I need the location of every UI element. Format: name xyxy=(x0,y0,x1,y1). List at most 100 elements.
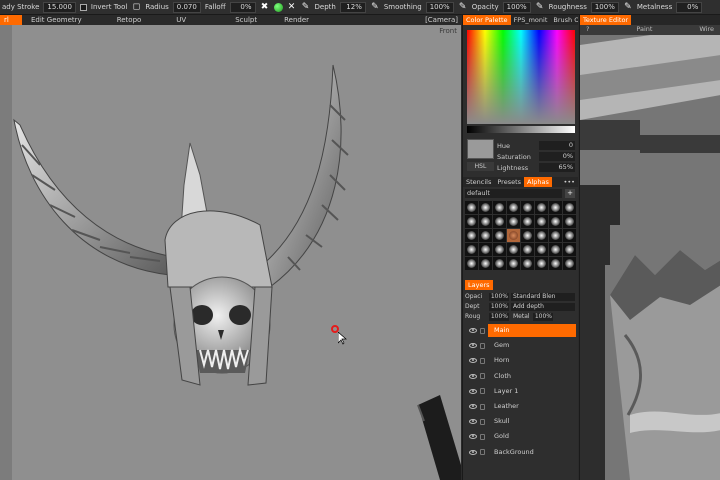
layer-item[interactable]: Cloth xyxy=(465,369,576,384)
alpha-tile[interactable] xyxy=(535,243,548,256)
saturation-field[interactable]: 0% xyxy=(539,152,575,161)
alpha-tile[interactable] xyxy=(535,215,548,228)
alpha-tile[interactable] xyxy=(521,229,534,242)
lock-icon[interactable] xyxy=(480,373,485,380)
mouse-icon[interactable]: ◻ xyxy=(131,2,141,12)
alpha-tile[interactable] xyxy=(563,215,576,228)
eye-icon[interactable] xyxy=(469,388,477,394)
tab-presets[interactable]: Presets xyxy=(494,177,524,187)
layer-item[interactable]: Gold xyxy=(465,429,576,444)
alpha-tile[interactable] xyxy=(465,201,478,214)
alpha-tile[interactable] xyxy=(465,243,478,256)
hsl-button[interactable]: HSL xyxy=(467,162,494,171)
close-icon[interactable]: ✕ xyxy=(287,2,297,12)
eye-icon[interactable] xyxy=(469,419,477,425)
alpha-tile[interactable] xyxy=(521,243,534,256)
alpha-tile[interactable] xyxy=(507,215,520,228)
brush-icon[interactable]: ✎ xyxy=(370,2,380,12)
layer-rough-field[interactable]: 100% xyxy=(489,312,509,321)
alpha-tile[interactable] xyxy=(465,229,478,242)
alpha-tile[interactable] xyxy=(493,201,506,214)
room-edit-geometry[interactable]: Edit Geometry xyxy=(22,15,91,25)
eye-icon[interactable] xyxy=(469,373,477,379)
eye-icon[interactable] xyxy=(469,328,477,334)
room-uv[interactable]: UV xyxy=(150,15,195,25)
alpha-tile[interactable] xyxy=(465,215,478,228)
smoothing-field[interactable]: 100% xyxy=(425,1,454,13)
tab-alphas[interactable]: Alphas xyxy=(524,177,552,187)
eye-icon[interactable] xyxy=(469,449,477,455)
tab-layers[interactable]: Layers xyxy=(465,280,493,290)
color-picker-square[interactable] xyxy=(467,30,575,124)
help-icon[interactable]: ? xyxy=(586,25,589,35)
alpha-tile[interactable] xyxy=(549,215,562,228)
room-sculpt[interactable]: Sculpt xyxy=(195,15,266,25)
depth-field[interactable]: 12% xyxy=(339,1,366,13)
tab-stencils[interactable]: Stencils xyxy=(463,177,494,187)
alpha-tile[interactable] xyxy=(479,215,492,228)
alpha-tile[interactable] xyxy=(507,243,520,256)
alpha-tile[interactable] xyxy=(479,257,492,270)
paint-mode-label[interactable]: Paint xyxy=(636,25,652,35)
lightness-field[interactable]: 65% xyxy=(539,163,575,172)
more-options-icon[interactable]: ••• xyxy=(560,177,578,187)
lock-icon[interactable] xyxy=(480,403,485,410)
alpha-tile[interactable] xyxy=(507,257,520,270)
pen-icon[interactable]: ✎ xyxy=(301,2,311,12)
eye-icon[interactable] xyxy=(469,404,477,410)
alpha-tile[interactable] xyxy=(479,201,492,214)
hue-field[interactable]: 0 xyxy=(539,141,575,150)
lock-icon[interactable] xyxy=(480,357,485,364)
tab-brush-options[interactable]: Brush Opt xyxy=(550,15,578,25)
falloff-field[interactable]: 0% xyxy=(229,1,256,13)
tab-fps-monitor[interactable]: FPS_monit xyxy=(511,15,551,25)
wire-mode-label[interactable]: Wire xyxy=(699,25,714,35)
room-render[interactable]: Render xyxy=(266,15,318,25)
alpha-tile[interactable] xyxy=(549,201,562,214)
alpha-tile[interactable] xyxy=(535,257,548,270)
alpha-tile[interactable] xyxy=(521,215,534,228)
green-sphere-icon[interactable] xyxy=(273,2,283,12)
layer-metal-field[interactable]: 100% xyxy=(533,312,553,321)
alpha-tile[interactable] xyxy=(507,201,520,214)
tab-texture-editor[interactable]: Texture Editor xyxy=(580,15,632,25)
cross-arrows-icon[interactable]: ✖ xyxy=(260,2,270,12)
layer-item[interactable]: Skull xyxy=(465,414,576,429)
alpha-tile[interactable] xyxy=(535,201,548,214)
alpha-tile[interactable] xyxy=(493,215,506,228)
invert-tool-checkbox[interactable] xyxy=(79,3,87,11)
texture-canvas[interactable] xyxy=(580,35,720,480)
lock-icon[interactable] xyxy=(480,449,485,456)
texture-editor[interactable]: Texture Editor ? Paint Wire xyxy=(579,15,720,480)
layer-item[interactable]: Gem xyxy=(465,338,576,353)
alpha-tile[interactable] xyxy=(549,257,562,270)
alpha-tile[interactable] xyxy=(465,257,478,270)
lock-icon[interactable] xyxy=(480,388,485,395)
opacity-field[interactable]: 100% xyxy=(502,1,531,13)
add-alpha-button[interactable]: + xyxy=(565,188,575,198)
depth-mode-select[interactable]: Add depth xyxy=(511,302,575,311)
preset-select[interactable]: default xyxy=(465,188,562,198)
lock-icon[interactable] xyxy=(480,327,485,334)
lock-icon[interactable] xyxy=(480,433,485,440)
eye-icon[interactable] xyxy=(469,343,477,349)
alpha-tile-selected[interactable] xyxy=(507,229,520,242)
alpha-tile[interactable] xyxy=(521,201,534,214)
camera-label[interactable]: [Camera] xyxy=(416,15,462,25)
alpha-tile[interactable] xyxy=(521,257,534,270)
alpha-tile[interactable] xyxy=(479,229,492,242)
roughness-field[interactable]: 100% xyxy=(590,1,619,13)
roughness-brush-icon[interactable]: ✎ xyxy=(535,2,545,12)
eye-icon[interactable] xyxy=(469,358,477,364)
lock-icon[interactable] xyxy=(480,342,485,349)
alpha-tile[interactable] xyxy=(563,257,576,270)
radius-field[interactable]: 0.070 xyxy=(172,1,201,13)
blend-mode-select[interactable]: Standard Blen xyxy=(511,292,575,301)
layer-opacity-field[interactable]: 100% xyxy=(489,292,509,301)
paint-brush-icon[interactable]: ✎ xyxy=(458,2,468,12)
lock-icon[interactable] xyxy=(480,418,485,425)
tab-color-palette[interactable]: Color Palette xyxy=(463,15,511,25)
alpha-tile[interactable] xyxy=(549,229,562,242)
layer-item[interactable]: Leather xyxy=(465,399,576,414)
current-color-swatch[interactable] xyxy=(467,139,494,159)
